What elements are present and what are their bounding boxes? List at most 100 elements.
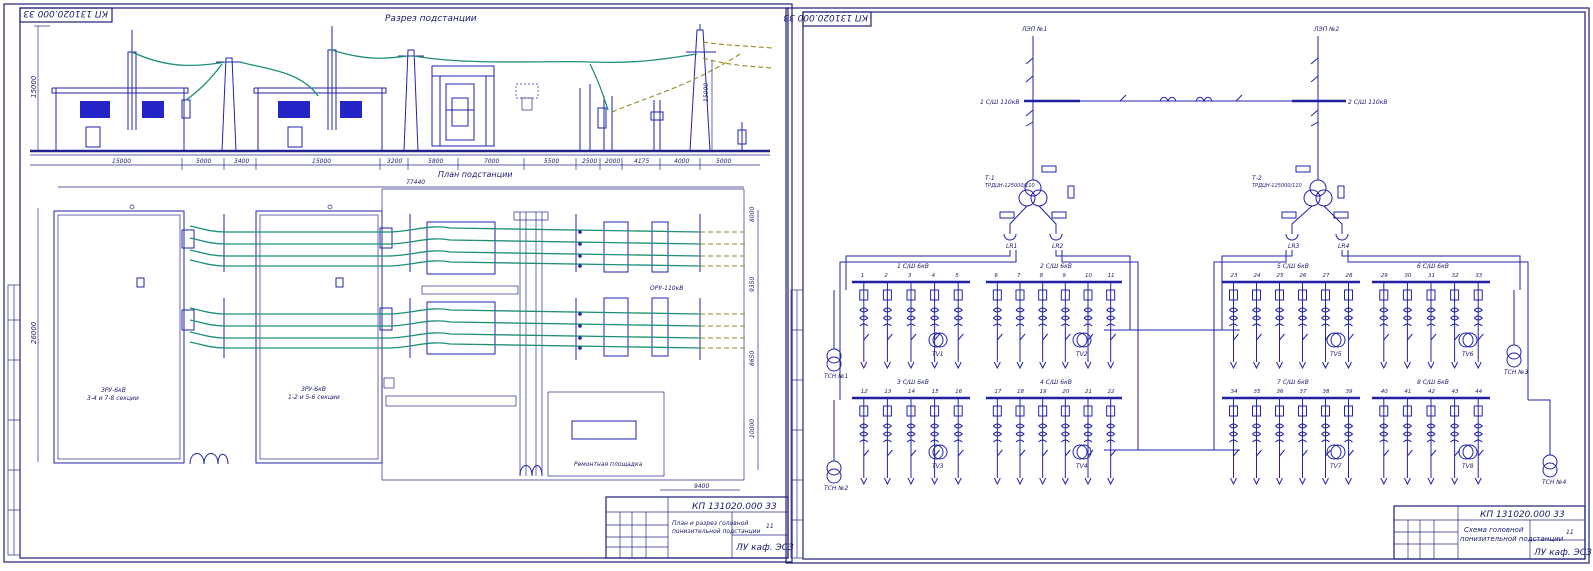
cell-number: 4 <box>932 273 936 279</box>
left-title-block: КП 131020.000 33 План и разрез головной … <box>605 496 794 559</box>
cell-number: 13 <box>884 389 891 395</box>
disconnector <box>1474 333 1484 370</box>
feeder-cell: 19 <box>1038 389 1049 486</box>
conductor-5 <box>239 61 319 97</box>
tv-label: TV6 <box>1462 351 1474 358</box>
transformer-leads <box>999 185 1349 234</box>
overall-dim: 77440 <box>406 179 425 186</box>
cell-number: 43 <box>1452 389 1459 395</box>
bus-6kv-label: 2 С/Ш 6кВ <box>1040 263 1072 270</box>
feeder-cell: 9 <box>1060 273 1071 370</box>
svg-text:5500: 5500 <box>544 158 559 165</box>
feeder-cell: 26 <box>1298 273 1308 370</box>
plan-busline <box>189 319 701 327</box>
plan-busline <box>189 237 701 245</box>
disconnector <box>1299 449 1308 486</box>
bus-6kv-label: 4 С/Ш 6кВ <box>1040 379 1072 386</box>
plan-support <box>578 242 582 246</box>
svg-text:ТСН №3: ТСН №3 <box>1504 369 1529 376</box>
bus-section-6kv: 3 С/Ш 6кВ 12 13 14 15 16 <box>852 379 970 486</box>
feeder-cell: 11 <box>1106 273 1117 370</box>
cell-number: 29 <box>1381 273 1388 279</box>
plan-support <box>578 264 582 268</box>
svg-text:4175: 4175 <box>634 158 649 165</box>
disconnector <box>1253 333 1262 370</box>
svg-text:10000: 10000 <box>749 419 756 438</box>
conductor-dash-2 <box>702 41 773 49</box>
cell-number: 7 <box>1017 273 1021 279</box>
feeder-cell: 22 <box>1106 389 1117 486</box>
svg-text:15000: 15000 <box>312 158 331 165</box>
cell-number: 18 <box>1017 389 1024 395</box>
conductor-1 <box>131 51 227 67</box>
svg-text:8650: 8650 <box>749 351 756 366</box>
transformer-t2: Т-2 ТРДЦН-125000/110 <box>1252 175 1333 207</box>
tv-label: TV2 <box>1076 351 1088 358</box>
bus-6kv-label: 1 С/Ш 6кВ <box>897 263 929 270</box>
cell-number: 26 <box>1300 273 1307 279</box>
cell-number: 32 <box>1452 273 1459 279</box>
svg-text:5800: 5800 <box>428 158 443 165</box>
tv-label: TV1 <box>932 351 944 358</box>
svg-text:ТСН №4: ТСН №4 <box>1542 479 1567 486</box>
cell-number: 33 <box>1475 273 1482 279</box>
feeder-cell: 6 <box>992 273 1003 370</box>
left-stamp-title-1: План и разрез головной <box>672 520 748 527</box>
cell-number: 36 <box>1277 389 1284 395</box>
cell-number: 37 <box>1300 389 1307 395</box>
disconnector <box>1230 449 1239 486</box>
disconnector <box>883 449 893 486</box>
feeder-cell: 13 <box>882 389 893 486</box>
cell-number: 3 <box>908 273 912 279</box>
t1-name: Т-1 <box>985 175 995 182</box>
disconnector <box>860 449 870 486</box>
feeder-cell: 42 <box>1426 389 1437 486</box>
section-dims: 15000 5000 3400 15000 3200 5800 7000 550… <box>30 158 760 170</box>
disconnector <box>954 333 964 370</box>
cell-number: 8 <box>1040 273 1044 279</box>
right-stamp-title-1: Схема головной <box>1464 526 1524 534</box>
svg-text:3400: 3400 <box>234 158 249 165</box>
disconnector <box>1276 333 1285 370</box>
cell-number: 38 <box>1323 389 1330 395</box>
sections-6kv: 1 С/Ш 6кВ1 2 3 4 52 С/Ш 6кВ6 7 8 9 10 115 С/Ш 6кВ… <box>852 263 1490 486</box>
disconnector <box>1427 333 1437 370</box>
feeder-cell: 33 <box>1473 273 1484 370</box>
disconnector <box>1299 333 1308 370</box>
plan-support <box>578 324 582 328</box>
svg-text:9350: 9350 <box>749 277 756 292</box>
bus-section-6kv: 2 С/Ш 6кВ 6 7 8 9 10 11 <box>986 263 1122 370</box>
bus-6kv-label: 6 С/Ш 6кВ <box>1417 263 1449 270</box>
conductor-dash-3 <box>702 57 773 69</box>
cell-number: 10 <box>1085 273 1092 279</box>
svg-text:ТСН №2: ТСН №2 <box>824 485 849 492</box>
reactors: LR1 LR2 LR3 LR4 <box>1003 233 1350 250</box>
zru1-label-1: ЗРУ-6кВ <box>101 387 126 394</box>
disconnector <box>1253 449 1262 486</box>
plan-busline <box>189 249 701 257</box>
cell-number: 19 <box>1040 389 1047 395</box>
zru2-label-2: 1-2 и 5-6 секции <box>288 394 340 401</box>
left-stamp-org: ЛУ каф. ЭСЗ <box>735 543 794 553</box>
feeder-cell: 28 <box>1344 273 1354 370</box>
tv-label: TV5 <box>1330 351 1342 358</box>
right-corner-code: КП 131020.000 33 <box>783 12 868 22</box>
disconnector <box>1107 449 1117 486</box>
feeder-cell: 8 <box>1038 273 1049 370</box>
plan-support <box>578 336 582 340</box>
cell-number: 21 <box>1085 389 1092 395</box>
svg-text:LR3: LR3 <box>1288 243 1300 250</box>
feeder-cell: 5 <box>953 273 964 370</box>
right-stamp-code: КП 131020.000 33 <box>1480 510 1565 520</box>
oru-label: ОРУ-110кВ <box>650 285 683 292</box>
disconnector <box>993 333 1003 370</box>
feeder-cell: 17 <box>992 389 1003 486</box>
cell-number: 1 <box>861 273 865 279</box>
feeder-cell: 24 <box>1252 273 1262 370</box>
plan-support <box>578 346 582 350</box>
feeds-to-6kv <box>839 250 1529 451</box>
voltage-transformer: TV1 <box>928 332 948 358</box>
disconnector <box>993 449 1003 486</box>
left-sheet: КП 131020.000 33 Разрез подстанции 15000 <box>3 3 794 563</box>
svg-text:5000: 5000 <box>716 158 731 165</box>
